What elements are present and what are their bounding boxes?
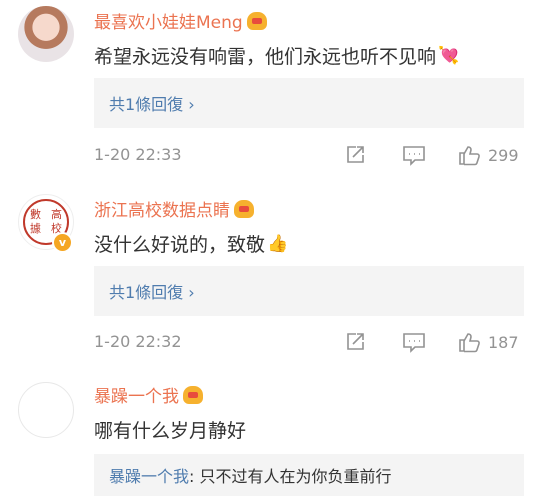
verified-v-icon: v — [52, 232, 73, 253]
reply-username[interactable]: 暴躁一个我 — [109, 463, 189, 487]
comment-meta: 1-20 22:33 299 — [94, 143, 524, 167]
comment-text: 没什么好说的，致敬 👍 — [94, 230, 288, 257]
comment-icon — [403, 333, 425, 353]
like-count: 187 — [488, 332, 519, 352]
thumbs-up-emoji-icon: 👍 — [267, 233, 289, 254]
heart-emoji-icon: 💘 — [438, 45, 460, 66]
username-text[interactable]: 暴躁一个我 — [94, 382, 179, 407]
like-button[interactable]: 187 — [458, 330, 519, 354]
comment-username[interactable]: 浙江高校数据点睛 — [94, 196, 254, 221]
comment-text-body: 没什么好说的，致敬 — [94, 234, 266, 256]
comment-username[interactable]: 最喜欢小娃娃Meng — [94, 8, 267, 33]
reply-count-label[interactable]: 共1條回復 › — [109, 279, 195, 303]
comment-time: 1-20 22:32 — [94, 332, 182, 351]
comment-time: 1-20 22:33 — [94, 145, 182, 164]
reply-count-link[interactable]: 共1條回復 › — [94, 266, 524, 316]
share-button[interactable] — [344, 330, 366, 354]
share-icon — [347, 333, 364, 350]
comment-meta: 1-20 22:32 187 — [94, 330, 524, 354]
comment-button[interactable] — [402, 330, 426, 354]
comment-text: 哪有什么岁月静好 — [94, 416, 246, 443]
username-text[interactable]: 浙江高校数据点睛 — [94, 196, 230, 221]
comment-text: 希望永远没有响雷，他们永远也听不见响 💘 — [94, 42, 459, 69]
comment-text-body: 哪有什么岁月静好 — [94, 420, 247, 442]
avatar[interactable] — [18, 382, 74, 438]
reply-preview[interactable]: 暴躁一个我 : 只不过有人在为你负重前行 — [94, 454, 524, 496]
thumbs-up-icon — [459, 146, 480, 166]
thumbs-up-icon — [459, 333, 480, 353]
vip-crown-icon — [246, 11, 267, 30]
share-icon — [347, 146, 364, 163]
comment-username[interactable]: 暴躁一个我 — [94, 382, 203, 407]
reply-count-label[interactable]: 共1條回復 › — [109, 91, 195, 115]
avatar[interactable] — [18, 6, 74, 62]
comment-button[interactable] — [402, 143, 426, 167]
comment-icon — [403, 146, 425, 166]
username-text[interactable]: 最喜欢小娃娃Meng — [94, 8, 243, 33]
seal-char: 據 — [30, 222, 41, 235]
like-button[interactable]: 299 — [458, 143, 519, 167]
share-button[interactable] — [344, 143, 366, 167]
seal-char: 高 — [51, 208, 62, 221]
reply-text: : 只不过有人在为你负重前行 — [189, 467, 392, 486]
vip-crown-icon — [183, 385, 203, 404]
like-count: 299 — [488, 145, 519, 165]
comment-text-body: 希望永远没有响雷，他们永远也听不见响 — [94, 46, 437, 68]
vip-crown-icon — [234, 199, 254, 218]
reply-count-link[interactable]: 共1條回復 › — [94, 78, 524, 128]
seal-char: 數 — [30, 208, 41, 221]
